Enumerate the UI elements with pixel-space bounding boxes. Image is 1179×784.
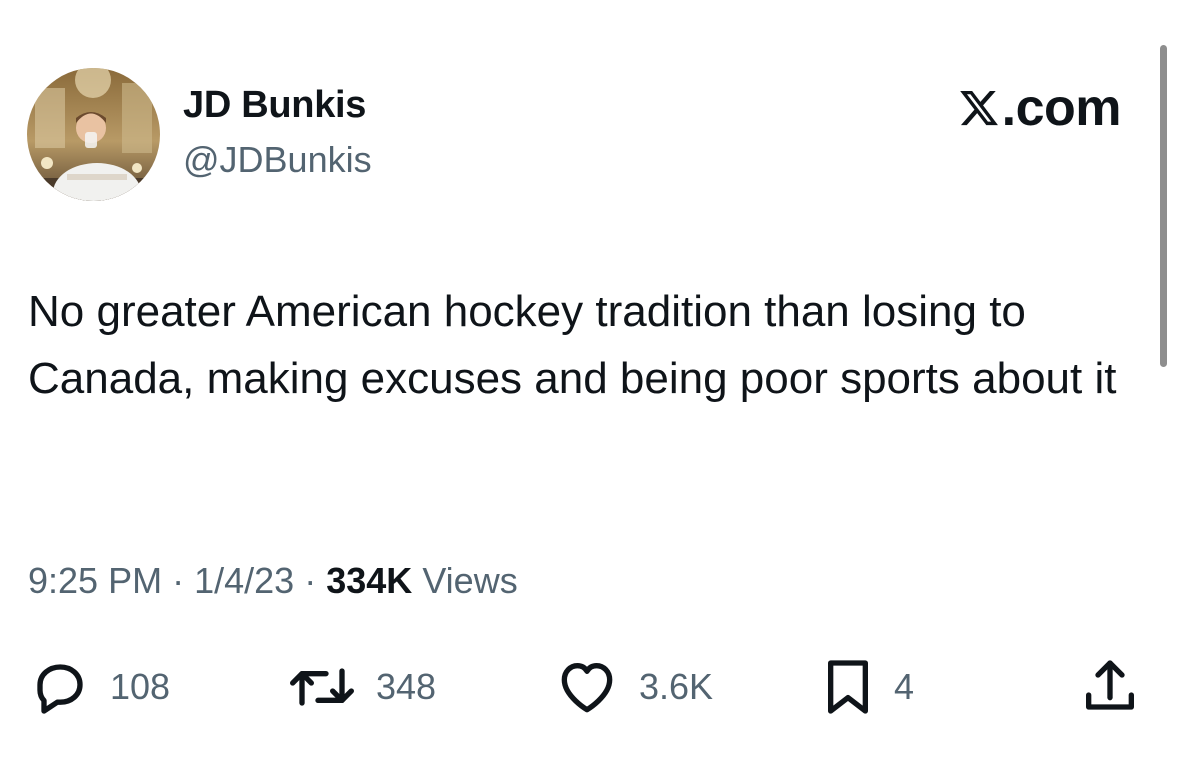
avatar[interactable]	[27, 68, 160, 201]
x-logo-icon	[959, 90, 998, 126]
reply-button[interactable]: 108	[28, 655, 170, 719]
repost-icon	[290, 668, 354, 706]
meta-separator: ·	[172, 560, 185, 601]
heart-icon	[561, 663, 613, 713]
author-handle[interactable]: @JDBunkis	[183, 139, 372, 181]
reply-icon	[37, 664, 83, 714]
site-label-text: .com	[1001, 79, 1122, 137]
repost-button[interactable]: 348	[286, 655, 436, 719]
meta-separator: ·	[304, 560, 317, 601]
tweet-meta: 9:25 PM · 1/4/23 · 334K Views	[28, 560, 518, 602]
views-label: Views	[422, 560, 518, 601]
action-bar: 108 348 3.6K 4	[0, 655, 1179, 719]
like-count: 3.6K	[639, 666, 714, 707]
tweet-time[interactable]: 9:25 PM	[28, 560, 162, 601]
scrollbar[interactable]	[1160, 45, 1167, 367]
bookmark-button[interactable]: 4	[820, 655, 914, 719]
tweet-text: No greater American hockey tradition tha…	[28, 287, 1117, 403]
reply-count: 108	[110, 666, 171, 707]
bookmark-icon	[828, 660, 868, 714]
share-button[interactable]	[1080, 655, 1140, 719]
views-count: 334K	[326, 560, 413, 601]
site-branding: .com	[958, 78, 1122, 138]
share-icon	[1086, 660, 1135, 710]
author-name[interactable]: JD Bunkis	[183, 84, 366, 127]
tweet-date[interactable]: 1/4/23	[194, 560, 294, 601]
like-button[interactable]: 3.6K	[553, 655, 713, 719]
repost-count: 348	[376, 666, 437, 707]
bookmark-count: 4	[894, 666, 915, 707]
